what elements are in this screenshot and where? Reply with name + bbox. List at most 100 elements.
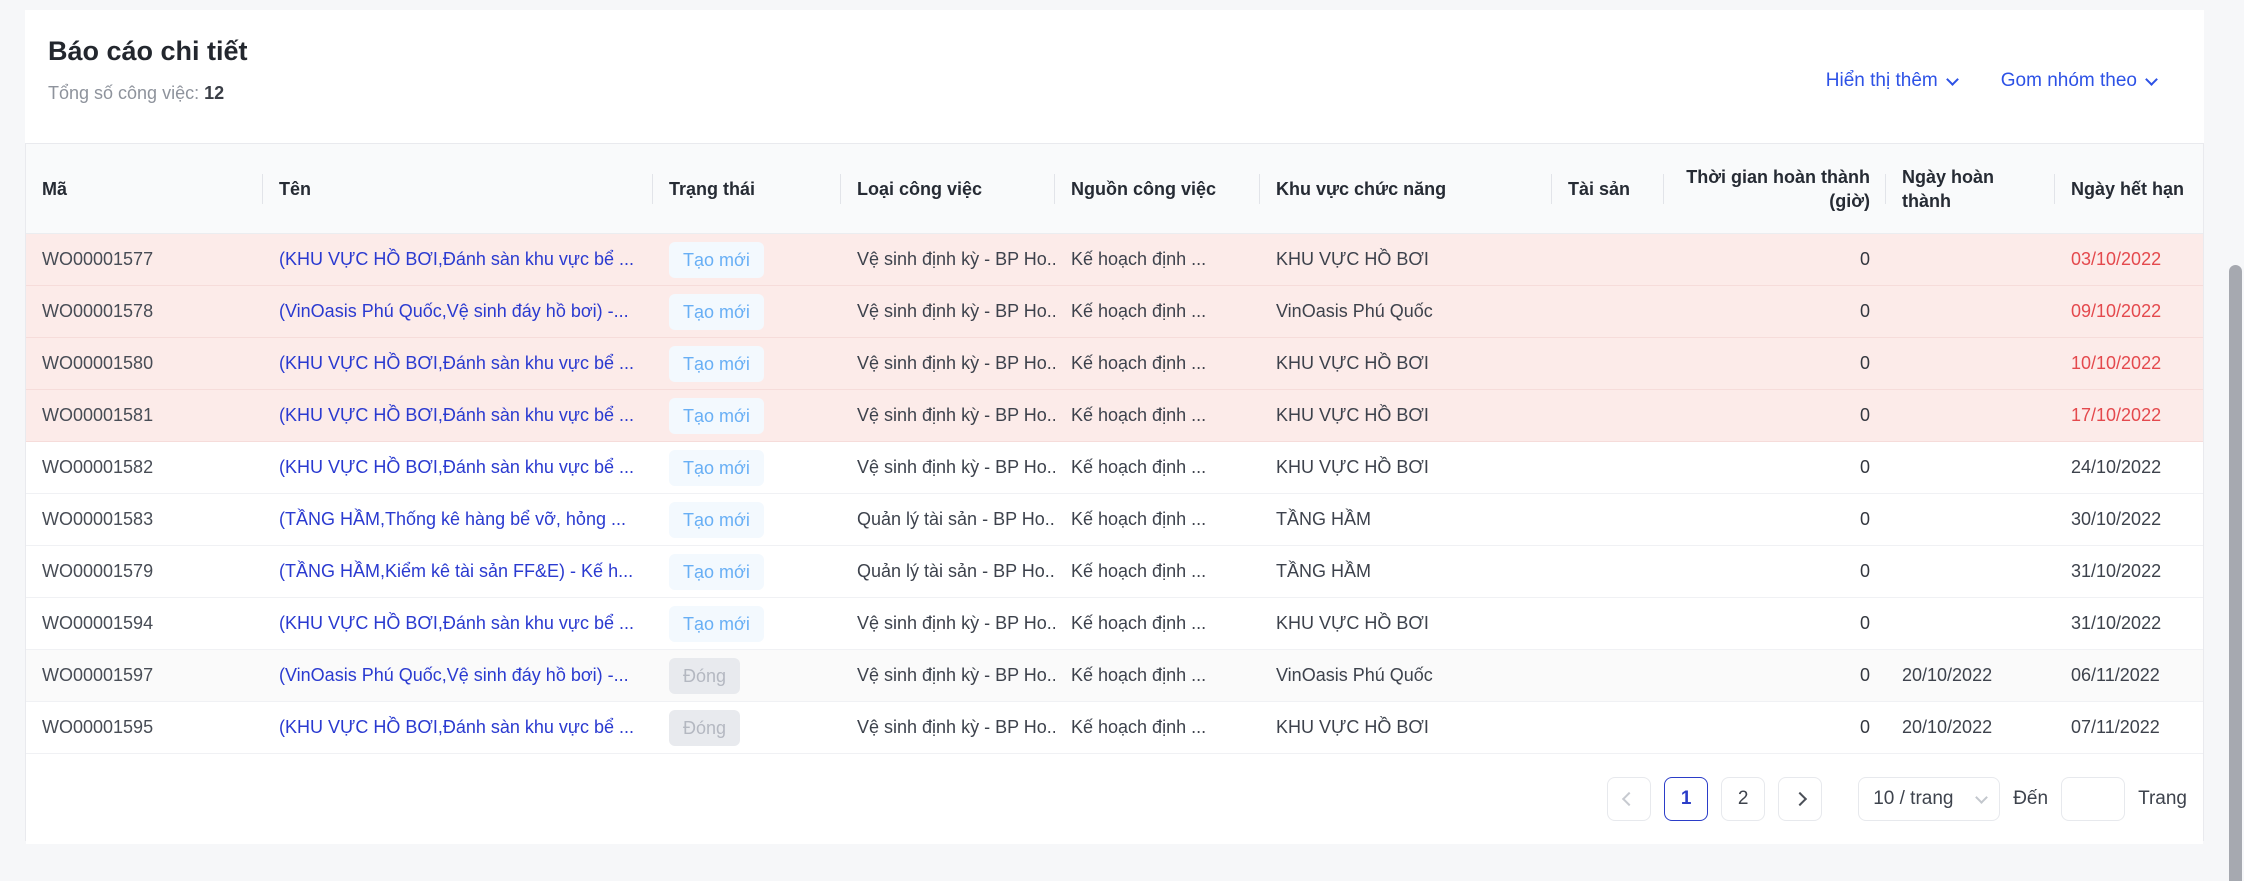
work-source-cell: Kế hoạch định ... [1055, 702, 1260, 754]
status-cell: Đóng [653, 702, 841, 754]
work-order-name-link[interactable]: (TẦNG HẦM,Kiểm kê tài sản FF&E) - Kế h..… [279, 561, 633, 581]
work-order-code-cell: WO00001581 [26, 390, 263, 442]
completion-hours-cell: 0 [1664, 234, 1886, 286]
completed-date-cell [1886, 234, 2055, 286]
status-cell: Tạo mới [653, 234, 841, 286]
functional-area-cell: VinOasis Phú Quốc [1260, 286, 1552, 338]
work-order-name-cell: (KHU VỰC HỒ BƠI,Đánh sàn khu vực bể ... [263, 598, 653, 650]
chevron-down-icon [2145, 73, 2158, 86]
completion-hours-cell: 0 [1664, 650, 1886, 702]
group-by-button[interactable]: Gom nhóm theo [2001, 58, 2156, 104]
work-order-name-link[interactable]: (VinOasis Phú Quốc,Vệ sinh đáy hồ bơi) -… [279, 301, 629, 321]
work-order-name-link[interactable]: (KHU VỰC HỒ BƠI,Đánh sàn khu vực bể ... [279, 613, 634, 633]
completed-date-cell: 20/10/2022 [1886, 702, 2055, 754]
status-cell: Tạo mới [653, 494, 841, 546]
work-type-cell: Quản lý tài sản - BP Ho... [841, 494, 1055, 546]
column-header-nguon-cong-viec: Nguồn công việc [1055, 144, 1260, 234]
work-source-cell: Kế hoạch định ... [1055, 234, 1260, 286]
work-orders-table-container: MãTênTrạng tháiLoại công việcNguồn công … [25, 143, 2204, 841]
chevron-down-icon [1975, 791, 1988, 804]
completed-date-cell [1886, 338, 2055, 390]
table-header-row: MãTênTrạng tháiLoại công việcNguồn công … [26, 144, 2203, 234]
status-cell: Tạo mới [653, 390, 841, 442]
work-order-name-cell: (KHU VỰC HỒ BƠI,Đánh sàn khu vực bể ... [263, 702, 653, 754]
work-order-name-cell: (VinOasis Phú Quốc,Vệ sinh đáy hồ bơi) -… [263, 650, 653, 702]
total-jobs-summary: Tổng số công việc: 12 [48, 83, 248, 104]
work-source-cell: Kế hoạch định ... [1055, 338, 1260, 390]
status-badge: Tạo mới [669, 554, 764, 590]
functional-area-cell: KHU VỰC HỒ BƠI [1260, 702, 1552, 754]
functional-area-cell: TẦNG HẦM [1260, 494, 1552, 546]
work-source-cell: Kế hoạch định ... [1055, 286, 1260, 338]
status-badge: Tạo mới [669, 346, 764, 382]
due-date-cell: 03/10/2022 [2055, 234, 2203, 286]
table-row: WO00001581 (KHU VỰC HỒ BƠI,Đánh sàn khu v… [26, 390, 2203, 442]
pagination-next-button[interactable] [1778, 777, 1822, 821]
completed-date-cell [1886, 286, 2055, 338]
pagination-prev-button[interactable] [1607, 777, 1651, 821]
completed-date-cell [1886, 442, 2055, 494]
table-row: WO00001582(KHU VỰC HỒ BƠI,Đánh sàn khu v… [26, 442, 2203, 494]
asset-cell [1552, 390, 1664, 442]
work-order-code-cell: WO00001594 [26, 598, 263, 650]
completion-hours-cell: 0 [1664, 442, 1886, 494]
status-badge: Đóng [669, 658, 740, 694]
work-source-cell: Kế hoạch định ... [1055, 650, 1260, 702]
asset-cell [1552, 442, 1664, 494]
pagination: 12 10 / trang Đến Trang [26, 754, 2203, 844]
work-order-code-cell: WO00001579 [26, 546, 263, 598]
card-header: Báo cáo chi tiết Tổng số công việc: 12 H… [25, 10, 2204, 104]
work-orders-table: MãTênTrạng tháiLoại công việcNguồn công … [26, 144, 2203, 754]
work-order-name-cell: (KHU VỰC HỒ BƠI,Đánh sàn khu vực bể ... [263, 338, 653, 390]
column-header-trang-thai: Trạng thái [653, 144, 841, 234]
status-badge: Tạo mới [669, 450, 764, 486]
vertical-scrollbar-thumb[interactable] [2229, 265, 2242, 881]
work-order-name-link[interactable]: (TẦNG HẦM,Thống kê hàng bể vỡ, hỏng ... [279, 509, 626, 529]
pagination-page-button-1[interactable]: 1 [1664, 777, 1708, 821]
page-size-select[interactable]: 10 / trang [1858, 777, 2000, 821]
show-more-label: Hiển thị thêm [1826, 70, 1938, 92]
work-order-name-cell: (KHU VỰC HỒ BƠI,Đánh sàn khu vực bể ... [263, 234, 653, 286]
column-header-ma: Mã [26, 144, 263, 234]
work-type-cell: Vệ sinh định kỳ - BP Ho... [841, 234, 1055, 286]
work-order-name-link[interactable]: (VinOasis Phú Quốc,Vệ sinh đáy hồ bơi) -… [279, 665, 629, 685]
functional-area-cell: KHU VỰC HỒ BƠI [1260, 442, 1552, 494]
work-source-cell: Kế hoạch định ... [1055, 442, 1260, 494]
work-order-code-cell: WO00001595 [26, 702, 263, 754]
table-row: WO00001597(VinOasis Phú Quốc,Vệ sinh đáy… [26, 650, 2203, 702]
work-order-name-link[interactable]: (KHU VỰC HỒ BƠI,Đánh sàn khu vực bể ... [279, 717, 634, 737]
work-order-name-link[interactable]: (KHU VỰC HỒ BƠI,Đánh sàn khu vực bể ... [279, 249, 634, 269]
work-order-name-link[interactable]: (KHU VỰC HỒ BƠI,Đánh sàn khu vực bể ... [279, 405, 634, 425]
asset-cell [1552, 494, 1664, 546]
show-more-button[interactable]: Hiển thị thêm [1826, 58, 1957, 104]
group-by-label: Gom nhóm theo [2001, 70, 2137, 92]
total-jobs-value: 12 [204, 83, 224, 103]
page-jump-input[interactable] [2061, 777, 2125, 821]
work-type-cell: Vệ sinh định kỳ - BP Ho... [841, 650, 1055, 702]
completion-hours-cell: 0 [1664, 494, 1886, 546]
page-size-value: 10 / trang [1873, 788, 1953, 810]
asset-cell [1552, 546, 1664, 598]
functional-area-cell: KHU VỰC HỒ BƠI [1260, 338, 1552, 390]
column-header-ten: Tên [263, 144, 653, 234]
completed-date-cell [1886, 390, 2055, 442]
work-type-cell: Quản lý tài sản - BP Ho... [841, 546, 1055, 598]
due-date-cell: 31/10/2022 [2055, 598, 2203, 650]
asset-cell [1552, 598, 1664, 650]
work-order-name-link[interactable]: (KHU VỰC HỒ BƠI,Đánh sàn khu vực bể ... [279, 457, 634, 477]
functional-area-cell: TẦNG HẦM [1260, 546, 1552, 598]
work-order-name-cell: (TẦNG HẦM,Kiểm kê tài sản FF&E) - Kế h..… [263, 546, 653, 598]
due-date-cell: 24/10/2022 [2055, 442, 2203, 494]
work-source-cell: Kế hoạch định ... [1055, 598, 1260, 650]
column-header-ngay-het-han: Ngày hết hạn [2055, 144, 2203, 234]
work-type-cell: Vệ sinh định kỳ - BP Ho... [841, 338, 1055, 390]
work-order-code-cell: WO00001578 [26, 286, 263, 338]
completion-hours-cell: 0 [1664, 702, 1886, 754]
work-order-name-cell: (TẦNG HẦM,Thống kê hàng bể vỡ, hỏng ... [263, 494, 653, 546]
completed-date-cell [1886, 494, 2055, 546]
chevron-down-icon [1946, 73, 1959, 86]
work-order-name-link[interactable]: (KHU VỰC HỒ BƠI,Đánh sàn khu vực bể ... [279, 353, 634, 373]
functional-area-cell: KHU VỰC HỒ BƠI [1260, 598, 1552, 650]
pagination-page-button-2[interactable]: 2 [1721, 777, 1765, 821]
report-card: Báo cáo chi tiết Tổng số công việc: 12 H… [25, 10, 2204, 841]
